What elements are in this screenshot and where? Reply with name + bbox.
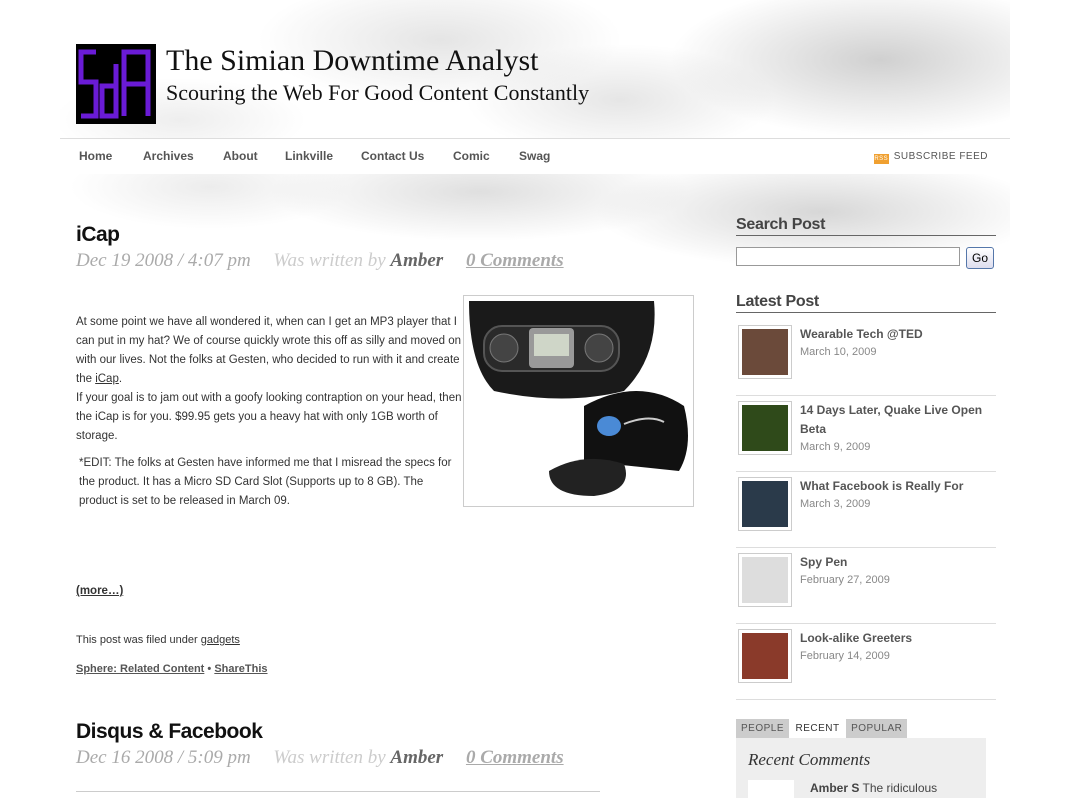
recent-comments-box: Recent Comments Amber S The ridiculous xyxy=(736,738,986,800)
nav-linkville[interactable]: Linkville xyxy=(285,149,333,163)
latest-post-date: February 27, 2009 xyxy=(800,574,890,586)
latest-post-item[interactable]: Wearable Tech @TED March 10, 2009 xyxy=(736,320,996,396)
latest-post-title[interactable]: 14 Days Later, Quake Live Open Beta xyxy=(800,401,996,439)
post-author: Amber xyxy=(390,747,444,768)
post-author: Amber xyxy=(390,250,444,271)
comment-tabs: PEOPLE RECENT POPULAR xyxy=(736,718,908,738)
nav-home[interactable]: Home xyxy=(79,149,112,163)
post-text: If your goal is to jam out with a goofy … xyxy=(76,392,462,442)
post-edit-note: *EDIT: The folks at Gesten have informed… xyxy=(79,457,452,507)
tab-popular[interactable]: POPULAR xyxy=(846,719,908,738)
latest-post-item[interactable]: Look-alike Greeters February 14, 2009 xyxy=(736,624,996,700)
latest-post-date: March 9, 2009 xyxy=(800,441,871,453)
site-title[interactable]: The Simian Downtime Analyst xyxy=(166,44,538,78)
latest-post-item[interactable]: Spy Pen February 27, 2009 xyxy=(736,548,996,624)
nav-contact-us[interactable]: Contact Us xyxy=(361,149,424,163)
icap-product-image xyxy=(463,295,694,507)
site-tagline: Scouring the Web For Good Content Consta… xyxy=(166,80,590,105)
post-body: At some point we have all wondered it, w… xyxy=(76,313,464,519)
post-thumbnail[interactable] xyxy=(738,477,792,531)
nav-archives[interactable]: Archives xyxy=(143,149,194,163)
subscribe-feed-link[interactable]: RSS SUBSCRIBE FEED xyxy=(873,151,988,164)
written-by-label: Was written by xyxy=(273,747,386,768)
nav-comic[interactable]: Comic xyxy=(453,149,490,163)
latest-post-title[interactable]: What Facebook is Really For xyxy=(800,477,996,496)
post-thumbnail[interactable] xyxy=(738,553,792,607)
latest-post-list: Wearable Tech @TED March 10, 2009 14 Day… xyxy=(736,320,996,700)
latest-post-title[interactable]: Look-alike Greeters xyxy=(800,629,996,648)
post-meta: Dec 19 2008 / 4:07 pm Was written by Amb… xyxy=(76,250,564,272)
post-category-line: This post was filed under gadgets xyxy=(76,634,240,646)
post-thumbnail[interactable] xyxy=(738,325,792,379)
logo-mark xyxy=(78,49,151,119)
sphere-related-link[interactable]: Sphere: Related Content xyxy=(76,663,204,675)
main-nav: Home Archives About Linkville Contact Us… xyxy=(60,138,1010,174)
read-more-link[interactable]: (more…) xyxy=(76,585,123,597)
post-date: Dec 16 2008 / 5:09 pm xyxy=(76,747,251,768)
divider xyxy=(76,791,600,792)
written-by-label: Was written by xyxy=(273,250,386,271)
comments-link[interactable]: 0 Comments xyxy=(466,250,564,271)
latest-post-title[interactable]: Spy Pen xyxy=(800,553,996,572)
post-thumbnail[interactable] xyxy=(738,401,792,455)
search-input[interactable] xyxy=(736,247,960,266)
post-text: . xyxy=(118,373,123,385)
post-date: Dec 19 2008 / 4:07 pm xyxy=(76,250,251,271)
latest-post-date: March 3, 2009 xyxy=(800,498,871,510)
latest-post-date: February 14, 2009 xyxy=(800,650,890,662)
tab-people[interactable]: PEOPLE xyxy=(736,719,790,738)
tab-recent[interactable]: RECENT xyxy=(790,719,845,738)
nav-swag[interactable]: Swag xyxy=(519,149,550,163)
site-logo[interactable] xyxy=(76,44,156,124)
rss-icon: RSS xyxy=(873,154,889,164)
post-title[interactable]: iCap xyxy=(76,223,120,247)
avatar xyxy=(748,780,794,800)
nav-about[interactable]: About xyxy=(223,149,258,163)
post-paragraph: At some point we have all wondered it, w… xyxy=(76,313,464,446)
sharethis-link[interactable]: ShareThis xyxy=(214,663,267,675)
share-separator: • xyxy=(204,663,215,675)
icap-link[interactable]: iCap xyxy=(95,373,119,385)
latest-post-title[interactable]: Wearable Tech @TED xyxy=(800,325,996,344)
category-link[interactable]: gadgets xyxy=(201,634,240,646)
search-go-button[interactable]: Go xyxy=(966,247,994,269)
post-text: At some point we have all wondered it, w… xyxy=(76,316,462,385)
post-meta: Dec 16 2008 / 5:09 pm Was written by Amb… xyxy=(76,747,564,769)
hat-illustration xyxy=(469,301,688,496)
latest-post-item[interactable]: 14 Days Later, Quake Live Open Beta Marc… xyxy=(736,396,996,472)
search-heading: Search Post xyxy=(736,216,996,236)
recent-comments-heading: Recent Comments xyxy=(748,750,871,769)
latest-post-date: March 10, 2009 xyxy=(800,346,877,358)
latest-post-item[interactable]: What Facebook is Really For March 3, 200… xyxy=(736,472,996,548)
post-title[interactable]: Disqus & Facebook xyxy=(76,720,263,744)
post-thumbnail[interactable] xyxy=(738,629,792,683)
latest-post-heading: Latest Post xyxy=(736,293,996,313)
share-links: Sphere: Related Content • ShareThis xyxy=(76,663,268,675)
comments-link[interactable]: 0 Comments xyxy=(466,747,564,768)
subscribe-feed-label: SUBSCRIBE FEED xyxy=(893,151,988,162)
filed-under-label: This post was filed under xyxy=(76,634,201,646)
